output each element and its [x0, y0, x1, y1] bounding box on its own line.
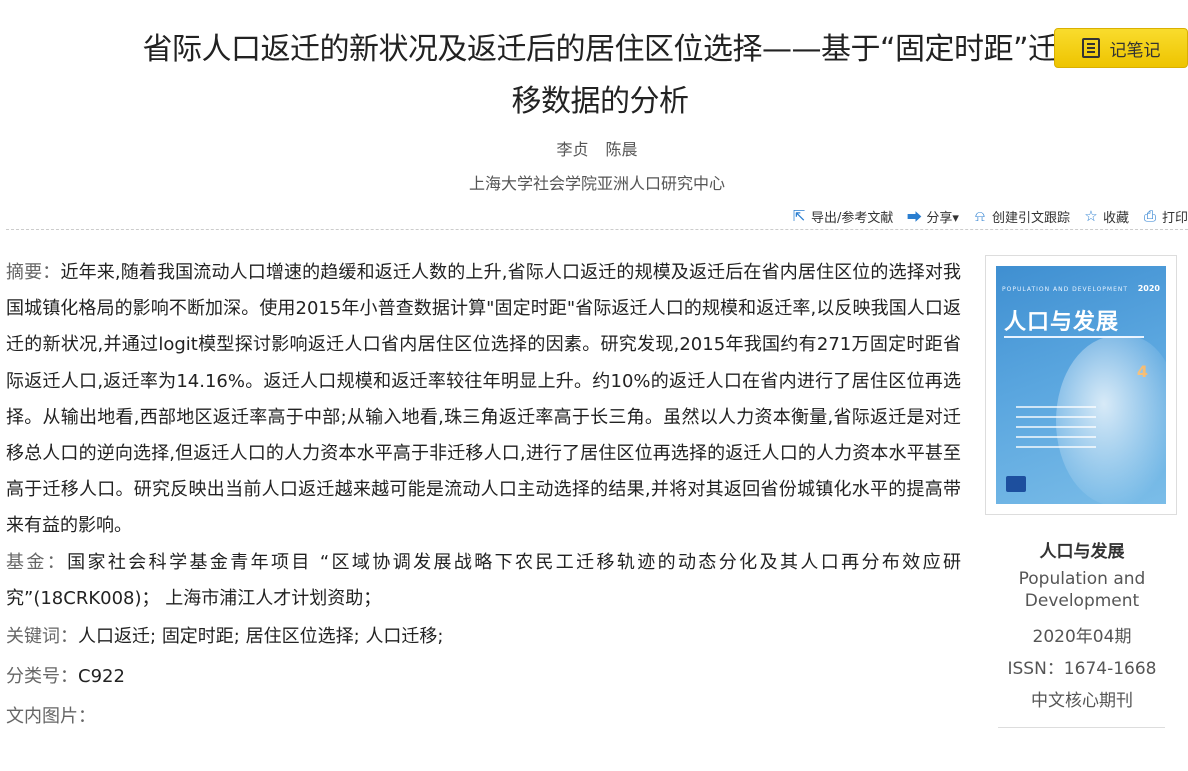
export-references-button[interactable]: ⇱ 导出/参考文献 — [790, 207, 894, 226]
header-divider — [6, 229, 1188, 230]
fund-text[interactable]: 国家社会科学基金青年项目 “区域协调发展战略下农民工迁移轨迹的动态分化及其人口再… — [6, 552, 961, 609]
share-icon: ⮕ — [906, 207, 922, 226]
classification-label: 分类号： — [6, 666, 78, 688]
keyword-link[interactable]: 人口迁移; — [365, 626, 443, 647]
author-organization[interactable]: 上海大学社会学院亚洲人口研究中心 — [0, 170, 1188, 194]
publisher-logo-icon — [1006, 476, 1026, 492]
journal-core-badge: 中文核心期刊 — [1031, 691, 1133, 711]
abstract-label: 摘要： — [6, 262, 61, 283]
take-notes-button[interactable]: 记笔记 — [1054, 28, 1188, 68]
classification-value: C922 — [78, 666, 125, 688]
cover-english-title: POPULATION AND DEVELOPMENT — [1002, 286, 1129, 293]
fund-info: 基金：国家社会科学基金青年项目 “区域协调发展战略下农民工迁移轨迹的动态分化及其… — [6, 545, 961, 617]
keyword-link[interactable]: 人口返迁; — [78, 626, 156, 647]
notebook-icon — [1081, 38, 1100, 58]
keywords: 关键词：人口返迁; 固定时距; 居住区位选择; 人口迁移; — [6, 617, 961, 657]
journal-issn: ISSN：1674-1668 — [1007, 659, 1157, 679]
share-label: 分享▾ — [926, 210, 959, 226]
export-label: 导出/参考文献 — [811, 210, 894, 226]
article-title: 省际人口返迁的新状况及返迁后的居住区位选择——基于“固定时距”迁移数据的分析 — [142, 32, 1058, 119]
journal-name[interactable]: 人口与发展 — [985, 537, 1179, 562]
keyword-link[interactable]: 固定时距; — [162, 626, 240, 647]
fund-label: 基金： — [6, 551, 68, 573]
print-label: 打印 — [1161, 210, 1188, 226]
article-body: 摘要：近年来,随着我国流动人口增速的趋缓和返迁人数的上升,省际人口返迁的规模及返… — [6, 255, 961, 737]
figures-section: 文内图片： — [6, 697, 961, 737]
article-toolbar: ⇱ 导出/参考文献 ⮕ 分享▾ ⍾ 创建引文跟踪 ☆ 收藏 ⎙ 打印 — [778, 205, 1188, 227]
author-link[interactable]: 李贞 — [556, 140, 588, 159]
journal-cover[interactable]: POPULATION AND DEVELOPMENT 2020 人口与发展 4 — [985, 255, 1177, 515]
author-list: 李贞 陈晨 — [0, 136, 1188, 160]
cover-year: 2020 — [1137, 284, 1160, 293]
citation-tracking-button[interactable]: ⍾ 创建引文跟踪 — [971, 207, 1070, 226]
sidebar-divider — [998, 727, 1165, 728]
cover-title: 人口与发展 — [1004, 310, 1120, 335]
favorite-button[interactable]: ☆ 收藏 — [1082, 207, 1129, 226]
print-icon: ⎙ — [1143, 207, 1156, 225]
classification: 分类号：C922 — [6, 657, 961, 697]
journal-english-name: Population and Development — [1018, 569, 1146, 611]
cover-contents-lines — [1016, 406, 1096, 456]
share-button[interactable]: ⮕ 分享▾ — [905, 207, 959, 226]
keyword-link[interactable]: 居住区位选择; — [246, 626, 360, 647]
export-icon: ⇱ — [792, 207, 806, 225]
take-notes-label: 记笔记 — [1109, 40, 1161, 61]
journal-cover-image: POPULATION AND DEVELOPMENT 2020 人口与发展 4 — [996, 266, 1166, 504]
star-icon: ☆ — [1084, 207, 1098, 225]
author-link[interactable]: 陈晨 — [606, 140, 638, 159]
keywords-label: 关键词： — [6, 626, 78, 648]
citation-tracking-label: 创建引文跟踪 — [991, 210, 1070, 226]
print-button[interactable]: ⎙ 打印 — [1141, 207, 1188, 226]
favorite-label: 收藏 — [1102, 210, 1129, 226]
bell-icon: ⍾ — [974, 207, 985, 225]
figures-label: 文内图片： — [6, 706, 96, 728]
journal-issue[interactable]: 2020年04期 — [985, 622, 1179, 647]
abstract: 摘要：近年来,随着我国流动人口增速的趋缓和返迁人数的上升,省际人口返迁的规模及返… — [6, 255, 961, 545]
abstract-text: 近年来,随着我国流动人口增速的趋缓和返迁人数的上升,省际人口返迁的规模及返迁后在… — [6, 262, 961, 537]
